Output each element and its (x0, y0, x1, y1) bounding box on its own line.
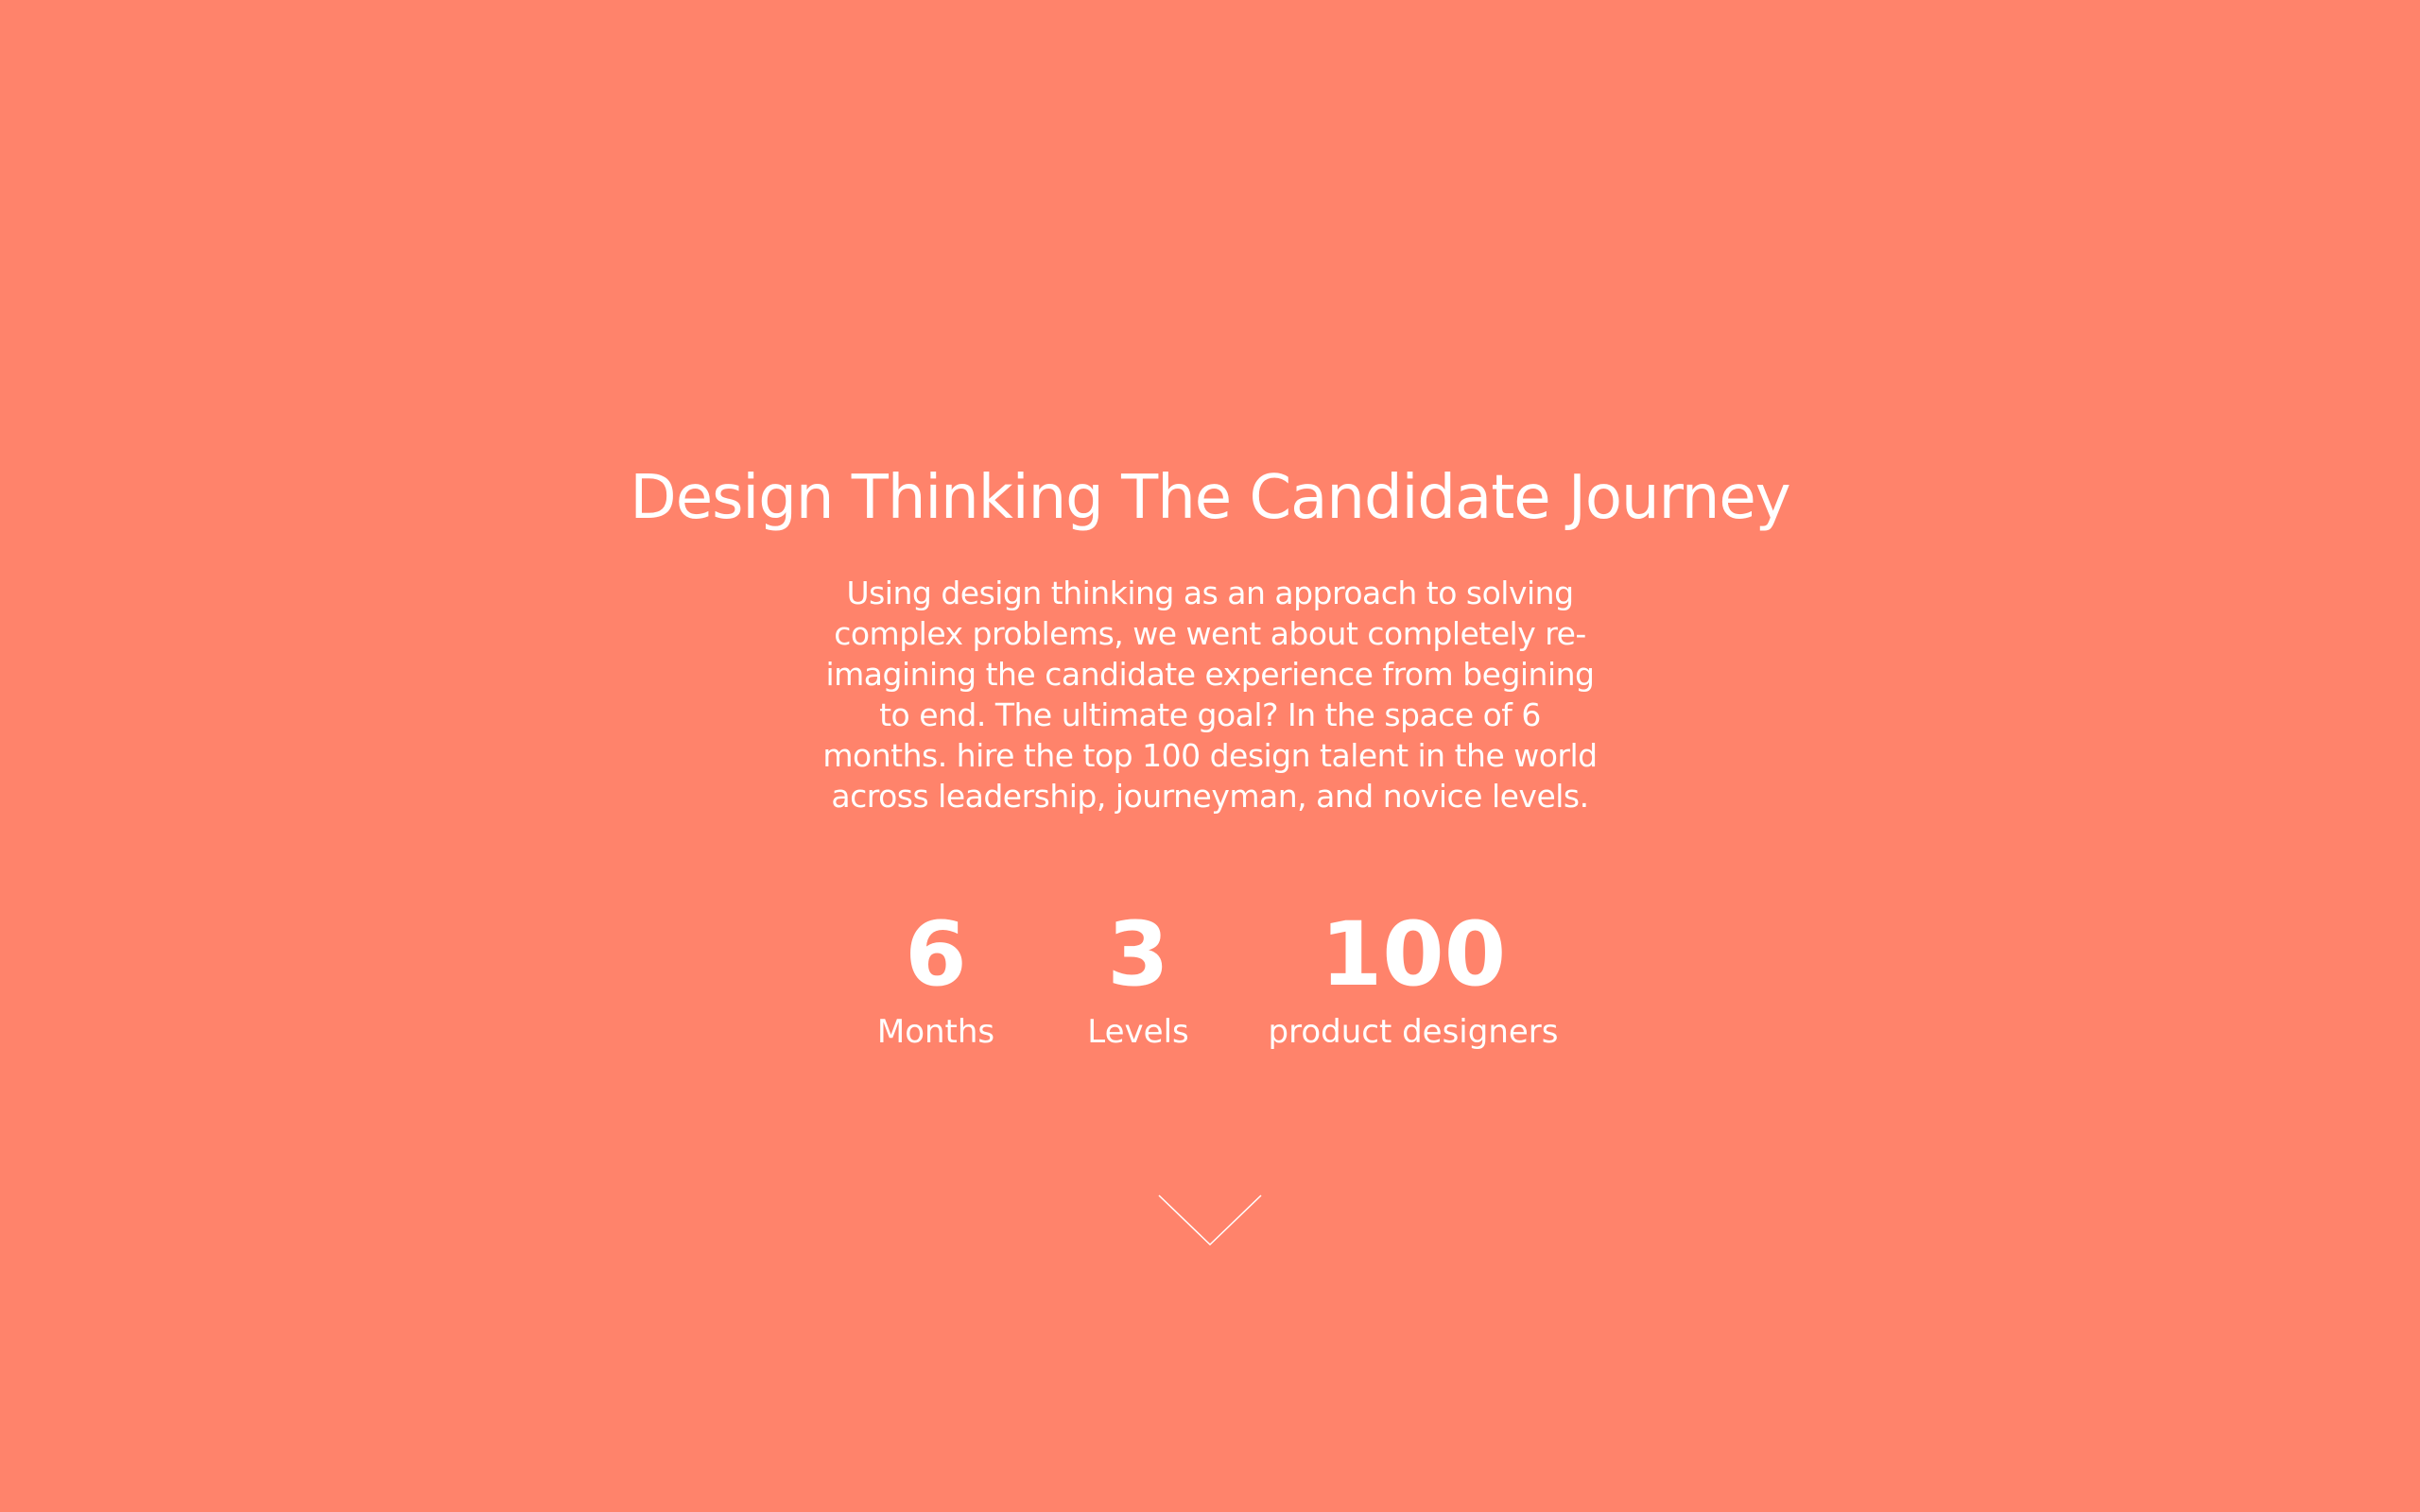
stat-months-label: Months (876, 1013, 995, 1051)
stat-designers-value: 100 (1320, 903, 1507, 1006)
hero-description: Using design thinking as an approach to … (822, 575, 1598, 815)
stat-levels: 3 Levels (1066, 900, 1210, 1053)
stat-months-value: 6 (905, 903, 967, 1006)
stat-designers: 100 product designers (1257, 900, 1569, 1053)
chevron-down-icon (1158, 1194, 1262, 1246)
stat-levels-label: Levels (1087, 1013, 1189, 1051)
stat-months: 6 Months (864, 900, 1008, 1053)
scroll-down-button[interactable] (1157, 1193, 1263, 1249)
stat-levels-value: 3 (1107, 903, 1169, 1006)
stat-designers-label: product designers (1268, 1013, 1559, 1051)
page-title: Design Thinking The Candidate Journey (630, 463, 1790, 533)
